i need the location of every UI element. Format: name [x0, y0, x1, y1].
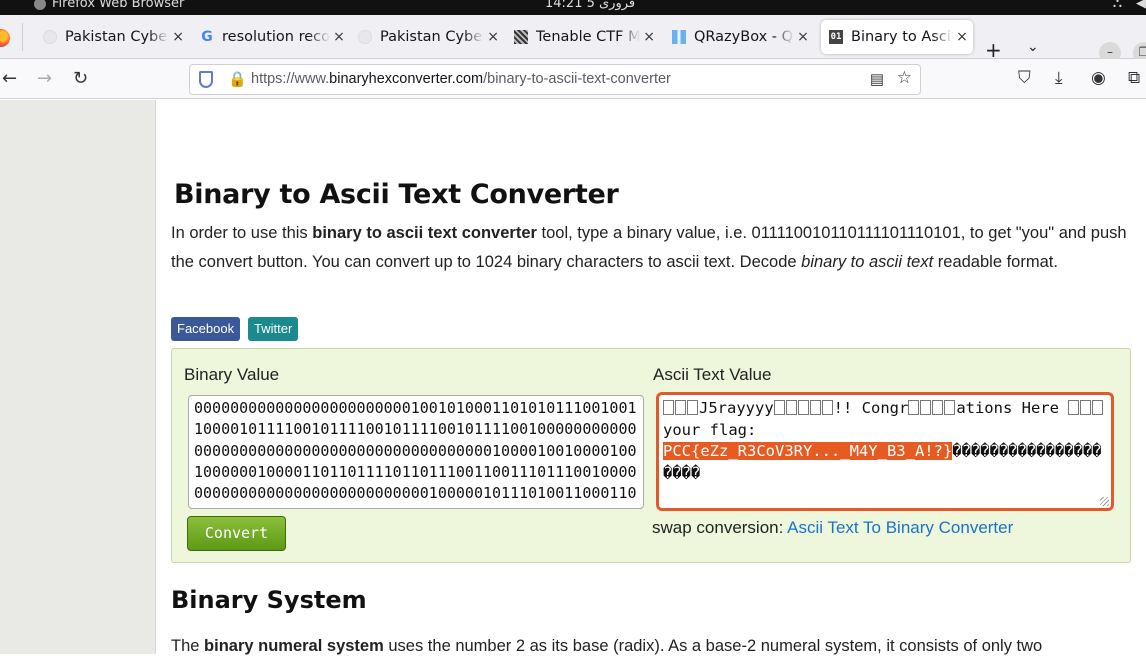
reload-icon[interactable]: ↻ [73, 68, 88, 89]
tab-close-icon[interactable]: × [332, 29, 346, 45]
tab-title: QRazyBox - QR [694, 29, 794, 45]
ascii-text: J5rayyyy [699, 399, 774, 417]
url-prefix: https://www. [251, 71, 330, 87]
ascii-text: !! Congr [833, 399, 909, 417]
os-app-name: Firefox Web Browser [52, 0, 185, 11]
tab-tenable-ctf[interactable]: Tenable CTF Mi × [506, 20, 656, 54]
google-favicon-icon: G [201, 29, 213, 45]
binary-value-textarea[interactable]: 0000000000000000000000001001010001101010… [188, 395, 644, 509]
ascii-text-value-textarea[interactable]: J5rayyyy !! Congr ations Here your flag: PC… [656, 392, 1114, 511]
swap-conversion: swap conversion: Ascii Text To Binary Co… [652, 518, 1013, 538]
ascii-text-value-label: Ascii Text Value [653, 365, 772, 384]
selected-flag-text[interactable]: PCC{eZz_R3CoV3RY..._M4Y_B3_A!?} [663, 442, 953, 460]
intro-italic: binary to ascii text [801, 252, 934, 271]
extensions-icon[interactable]: ⧉ [1128, 68, 1140, 88]
unprintable-char [773, 400, 785, 415]
unprintable-char [932, 400, 944, 415]
twitter-share-button[interactable]: Twitter [248, 317, 299, 341]
intro-bold: binary to ascii text converter [312, 224, 537, 242]
volume-icon: ◀ [1136, 0, 1146, 11]
tab-qrazybox[interactable]: QRazyBox - QR × [664, 20, 814, 54]
network-icon: ⛬ [1112, 0, 1122, 11]
unprintable-char [944, 400, 956, 415]
url-path: /binary-to-ascii-text-converter [483, 71, 671, 87]
intro-paragraph: In order to use this binary to ascii tex… [171, 219, 1146, 276]
tab-title: Binary to Ascii T [851, 29, 953, 45]
unprintable-char [821, 400, 833, 415]
para-text: uses the number 2 as its base (radix). A… [383, 637, 1043, 655]
tab-binary-to-ascii[interactable]: 01 Binary to Ascii T × [821, 20, 973, 54]
tab-close-icon[interactable]: × [486, 29, 500, 45]
resize-grip-icon[interactable] [1100, 497, 1109, 506]
os-clock[interactable]: 14:21 5 فروری [545, 0, 635, 11]
url-text[interactable]: https://www.binaryhexconverter.com/binar… [251, 71, 671, 87]
ascii-to-binary-link[interactable]: Ascii Text To Binary Converter [787, 518, 1013, 537]
intro-text: readable format. [933, 252, 1058, 271]
downloads-icon[interactable]: ⤓ [1055, 68, 1063, 88]
pocket-icon[interactable]: ⛉ [1018, 68, 1031, 88]
url-bar[interactable]: 🔒 https://www.binaryhexconverter.com/bin… [189, 64, 921, 95]
unprintable-char [675, 400, 686, 415]
unprintable-char [920, 400, 932, 415]
convert-button[interactable]: Convert [187, 516, 286, 551]
unprintable-char [809, 400, 821, 415]
tab-close-icon[interactable]: × [796, 29, 810, 45]
pk-favicon-icon [43, 30, 57, 44]
tab-title: Tenable CTF Mi [536, 29, 641, 45]
tab-strip: Pakistan Cyber × G resolution reco × Pak… [0, 15, 1146, 64]
unprintable-char [1092, 400, 1104, 415]
tab-pakistan-cyber-2[interactable]: Pakistan Cyber × [350, 20, 500, 54]
tab-title: Pakistan Cyber [380, 29, 485, 45]
lock-icon[interactable]: 🔒 [228, 70, 247, 88]
unprintable-char [797, 400, 809, 415]
tab-close-icon[interactable]: × [955, 29, 969, 45]
qr-favicon-icon [672, 30, 686, 44]
facebook-share-button[interactable]: Facebook [171, 317, 241, 341]
account-icon[interactable]: ◉ [1091, 68, 1106, 88]
list-all-tabs-button[interactable]: ⌄ [1027, 39, 1039, 55]
binary-01-favicon-icon: 01 [829, 30, 843, 44]
tab-divider [22, 23, 23, 51]
pk-favicon-icon [358, 30, 372, 44]
bookmark-star-icon[interactable]: ☆ [897, 68, 912, 88]
unprintable-char [1068, 400, 1080, 415]
ascii-text: ations Here [956, 399, 1069, 417]
url-domain: binaryhexconverter.com [329, 71, 484, 87]
os-system-icons[interactable]: ⛬ ◀ [1113, 0, 1146, 11]
unprintable-char [687, 400, 698, 415]
page-title: Binary to Ascii Text Converter [174, 179, 619, 210]
page-content: Binary to Ascii Text Converter In order … [156, 100, 1146, 656]
para-text: The [171, 637, 205, 655]
tab-resolution-reco[interactable]: G resolution reco × [192, 20, 347, 54]
firefox-app-icon [34, 0, 46, 10]
tab-close-icon[interactable]: × [642, 29, 656, 45]
converter-panel: Binary Value 000000000000000000000000100… [171, 348, 1131, 563]
binary-system-heading: Binary System [171, 586, 367, 614]
swap-label: swap conversion: [652, 518, 788, 537]
unprintable-char [1080, 400, 1092, 415]
ascii-text: your flag: [663, 420, 757, 439]
binary-value-label: Binary Value [184, 365, 280, 384]
tab-title: Pakistan Cyber [65, 29, 170, 45]
os-app-indicator: Firefox Web Browser [34, 0, 184, 11]
unprintable-char [908, 400, 920, 415]
tracking-protection-shield-icon[interactable] [199, 71, 213, 88]
firefox-menu-icon[interactable] [0, 29, 10, 47]
tab-title: resolution reco [222, 29, 330, 45]
tenable-favicon-icon [514, 30, 528, 44]
para-bold: binary numeral system [204, 637, 384, 655]
page-left-margin [0, 100, 156, 654]
binary-system-paragraph: The binary numeral system uses the numbe… [171, 637, 1042, 656]
nav-bar: ← → ↻ 🔒 https://www.binaryhexconverter.c… [0, 59, 1146, 99]
forward-arrow-icon[interactable]: → [37, 68, 52, 89]
unprintable-char [663, 400, 674, 415]
reader-view-icon[interactable]: ▤ [870, 70, 884, 88]
intro-text: In order to use this [171, 224, 313, 242]
unprintable-char [785, 400, 797, 415]
os-top-bar: Firefox Web Browser 14:21 5 فروری ⛬ ◀ [0, 0, 1146, 15]
tab-pakistan-cyber-1[interactable]: Pakistan Cyber × [35, 20, 185, 54]
back-arrow-icon[interactable]: ← [2, 68, 17, 89]
tab-close-icon[interactable]: × [171, 29, 185, 45]
